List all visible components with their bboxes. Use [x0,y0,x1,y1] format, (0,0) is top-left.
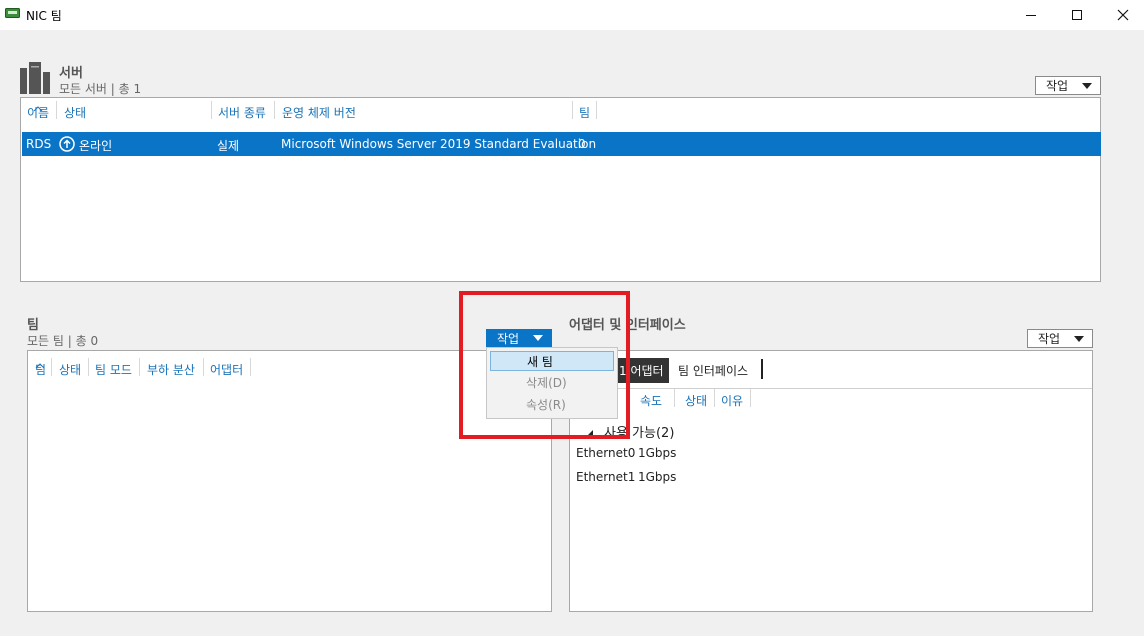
server-name-cell: RDS [26,137,52,151]
window-title: NIC 팀 [26,9,62,23]
close-icon [1117,9,1129,21]
adapter-name-ethernet1[interactable]: Ethernet1 [576,470,635,484]
column-header-os-version[interactable]: 운영 체제 버전 [282,104,356,121]
servers-title: 서버 [59,66,83,81]
servers-task-label: 작업 [1046,79,1069,93]
column-header-reason[interactable]: 이유 [721,392,743,409]
adapter-speed-ethernet1: 1Gbps [638,470,677,484]
server-teams-cell: 0 [578,137,586,151]
online-status-icon [59,136,75,155]
chevron-down-icon [1074,335,1085,342]
title-bar: NIC 팀 [0,0,1144,30]
column-header-team[interactable]: 팀 [35,361,46,378]
servers-table: 이름 상태 서버 종류 운영 체제 버전 팀 RDS 온라인 실제 Micros… [20,97,1101,282]
adapter-name-ethernet0[interactable]: Ethernet0 [576,446,635,460]
column-header-team-mode[interactable]: 팀 모드 [95,361,132,378]
maximize-icon [1072,10,1082,20]
column-header-speed[interactable]: 속도 [640,392,662,409]
tab-team-interfaces[interactable]: 팀 인터페이스 [678,362,748,379]
servers-icon [20,62,50,97]
column-header-adapters[interactable]: 어댑터 [210,361,243,378]
server-status-cell: 온라인 [79,139,113,153]
column-header-load-balancing[interactable]: 부하 분산 [147,361,195,378]
server-type-cell: 실제 [217,139,240,153]
column-header-teams[interactable]: 팀 [579,104,590,121]
table-row-selected[interactable]: RDS 온라인 실제 Microsoft Windows Server 2019… [22,132,1101,156]
maximize-button[interactable] [1054,0,1100,30]
adapters-task-label: 작업 [1038,332,1061,346]
minimize-button[interactable] [1008,0,1054,30]
highlight-annotation-box [459,291,630,439]
close-button[interactable] [1100,0,1144,30]
column-header-server-type[interactable]: 서버 종류 [218,104,266,121]
servers-subtitle: 모든 서버 | 총 1 [59,82,142,96]
column-header-status[interactable]: 상태 [64,104,86,121]
adapters-task-button[interactable]: 작업 [1027,329,1093,348]
teams-title: 팀 [27,318,39,333]
adapters-panel: 1 어댑터 팀 인터페이스 속도 상태 이유 사용 가능(2) Ethernet… [569,350,1093,612]
nic-team-app-icon [5,7,20,19]
servers-task-button[interactable]: 작업 [1035,76,1101,95]
column-header-adapter-status[interactable]: 상태 [685,392,707,409]
column-header-name[interactable]: 이름 [27,104,49,121]
chevron-down-icon [1082,82,1093,89]
teams-subtitle: 모든 팀 | 총 0 [27,334,99,348]
column-header-team-status[interactable]: 상태 [59,361,81,378]
adapter-speed-ethernet0: 1Gbps [638,446,677,460]
server-os-cell: Microsoft Windows Server 2019 Standard E… [281,137,597,151]
minimize-icon [1026,14,1036,16]
